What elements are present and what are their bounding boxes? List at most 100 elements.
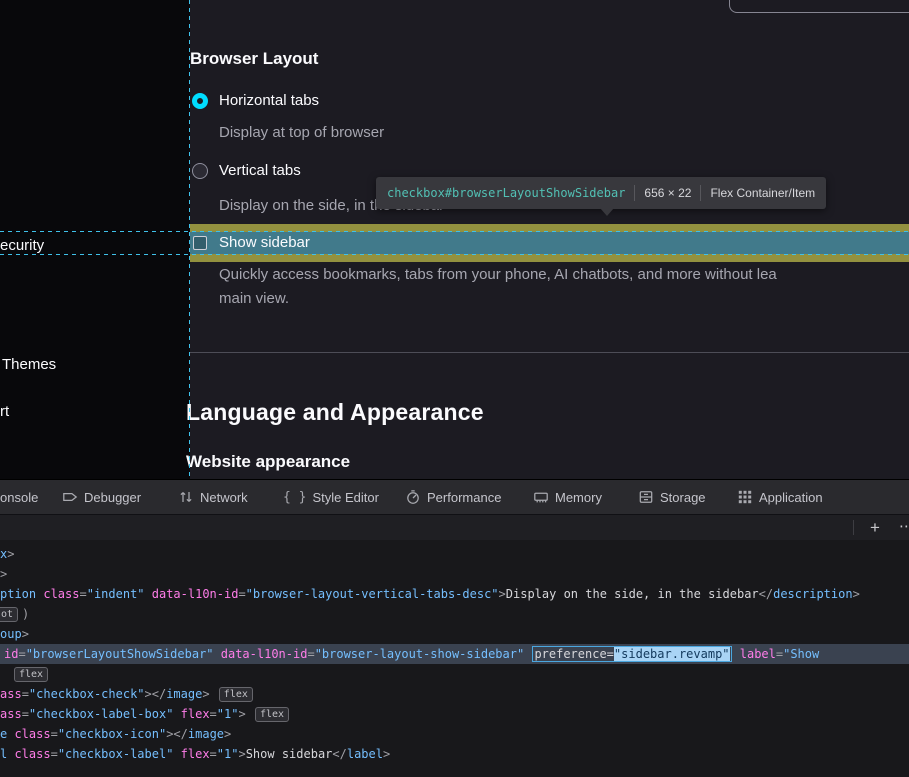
show-sidebar-label[interactable]: Show sidebar — [219, 234, 310, 251]
vertical-tabs-label[interactable]: Vertical tabs — [219, 162, 301, 179]
syntax-punct: > — [383, 747, 390, 761]
syntax-punct: = — [22, 687, 29, 701]
infobar-separator — [634, 185, 635, 201]
syntax-punct: > — [224, 727, 231, 741]
memory-icon — [533, 489, 549, 505]
horizontal-tabs-label[interactable]: Horizontal tabs — [219, 92, 319, 109]
tab-performance-label: Performance — [427, 490, 501, 505]
markup-badge[interactable]: flex — [219, 687, 253, 702]
storage-icon — [638, 489, 654, 505]
markup-badge[interactable]: flex — [14, 667, 48, 682]
tab-performance[interactable]: Performance — [405, 480, 501, 514]
syntax-val: "checkbox-label-box" — [29, 707, 174, 721]
markup-lines-container: x>>ption class="indent" data-l10n-id="br… — [0, 544, 909, 764]
markup-line[interactable]: > — [0, 564, 909, 584]
syntax-tag: label — [347, 747, 383, 761]
tab-style-editor-label: Style Editor — [312, 490, 378, 505]
sidebar-item-security[interactable]: ecurity — [0, 237, 44, 254]
tab-memory-label: Memory — [555, 490, 602, 505]
tab-storage[interactable]: Storage — [638, 480, 706, 514]
overflow-menu-button[interactable]: ⋯ — [899, 515, 909, 540]
website-appearance-title: Website appearance — [186, 452, 350, 472]
markup-line[interactable]: oup> — [0, 624, 909, 644]
syntax-punct: ></ — [145, 687, 167, 701]
syntax-text — [246, 707, 253, 721]
syntax-punct: > — [0, 567, 7, 581]
sidebar-item-support[interactable]: rt — [0, 403, 9, 420]
markup-badge[interactable]: ot — [0, 607, 18, 622]
markup-line[interactable]: ass="checkbox-check"></image> flex — [0, 684, 909, 704]
markup-line[interactable]: ot) — [0, 604, 909, 624]
syntax-punct: > — [499, 587, 506, 601]
tab-application-label: Application — [759, 490, 823, 505]
syntax-attr: flex — [173, 747, 209, 761]
syntax-val: "checkbox-check" — [29, 687, 145, 701]
syntax-attr: ass — [0, 687, 22, 701]
show-sidebar-description-line1: Quickly access bookmarks, tabs from your… — [219, 266, 909, 283]
firefox-settings-with-devtools: { "settings": { "sidebar": { "items": [ … — [0, 0, 909, 777]
devtools-toolbar: onsole Debugger Network { } Style Editor… — [0, 480, 909, 514]
tab-storage-label: Storage — [660, 490, 706, 505]
syntax-attr: class — [36, 587, 79, 601]
syntax-tag: ption — [0, 587, 36, 601]
language-appearance-title: Language and Appearance — [186, 399, 484, 426]
syntax-val: "browser-layout-show-sidebar" — [315, 647, 525, 661]
show-sidebar-description-line2: main view. — [219, 290, 289, 307]
syntax-val: "1" — [217, 707, 239, 721]
settings-sidebar: ecurity Themes rt — [0, 0, 190, 480]
syntax-val: "Show — [783, 647, 819, 661]
infobar-separator — [700, 185, 701, 201]
markup-line[interactable]: e class="checkbox-icon"></image> — [0, 724, 909, 744]
tab-console-label: onsole — [0, 490, 38, 505]
infobar-dimensions: 656 × 22 — [644, 186, 691, 200]
infobar-selector: checkbox#browserLayoutShowSidebar — [387, 186, 625, 200]
syntax-tag: oup — [0, 627, 22, 641]
syntax-attr: data-l10n-id — [145, 587, 239, 601]
syntax-punct: = — [22, 707, 29, 721]
syntax-attr: id — [4, 647, 18, 661]
tab-debugger[interactable]: Debugger — [62, 480, 141, 514]
tab-network[interactable]: Network — [178, 480, 248, 514]
syntax-punct: > — [853, 587, 860, 601]
markup-line[interactable]: x> — [0, 544, 909, 564]
syntax-punct: ></ — [166, 727, 188, 741]
search-settings-input[interactable] — [729, 0, 909, 13]
markup-line[interactable]: flex — [0, 664, 909, 684]
style-editor-icon: { } — [283, 490, 306, 505]
add-node-button[interactable]: + — [860, 515, 890, 540]
debugger-icon — [62, 489, 78, 505]
highlight-margin-overlay-bottom — [190, 254, 909, 262]
horizontal-tabs-radio[interactable] — [192, 93, 208, 109]
guide-horizontal-bottom — [0, 254, 909, 255]
tab-debugger-label: Debugger — [84, 490, 141, 505]
tab-style-editor[interactable]: { } Style Editor — [283, 480, 379, 514]
markup-badge[interactable]: flex — [255, 707, 289, 722]
tab-console[interactable]: onsole — [0, 480, 38, 514]
markup-line[interactable]: ass="checkbox-label-box" flex="1"> flex — [0, 704, 909, 724]
syntax-punct: = — [51, 747, 58, 761]
markup-line[interactable]: ption class="indent" data-l10n-id="brows… — [0, 584, 909, 604]
performance-icon — [405, 489, 421, 505]
syntax-attr: data-l10n-id — [214, 647, 308, 661]
syntax-attr: ass — [0, 707, 22, 721]
tab-memory[interactable]: Memory — [533, 480, 602, 514]
show-sidebar-checkbox[interactable] — [193, 236, 207, 250]
sidebar-item-themes[interactable]: Themes — [2, 356, 56, 373]
syntax-val: "browser-layout-vertical-tabs-desc" — [246, 587, 499, 601]
syntax-val: "browserLayoutShowSidebar" — [26, 647, 214, 661]
syntax-punct: </ — [332, 747, 346, 761]
syntax-punct: = — [18, 647, 25, 661]
syntax-val: "checkbox-label" — [58, 747, 174, 761]
markup-line-selected[interactable]: id="browserLayoutShowSidebar" data-l10n-… — [0, 644, 909, 664]
browser-layout-title: Browser Layout — [190, 49, 318, 69]
syntax-tag: image — [166, 687, 202, 701]
syntax-tag: description — [773, 587, 852, 601]
infobar-arrow — [600, 208, 614, 216]
vertical-tabs-radio[interactable] — [192, 163, 208, 179]
syntax-val: "checkbox-icon" — [58, 727, 166, 741]
syntax-attr: label — [733, 647, 776, 661]
syntax-text — [210, 687, 217, 701]
tab-application[interactable]: Application — [737, 480, 823, 514]
syntax-punct: = — [307, 647, 314, 661]
markup-line[interactable]: l class="checkbox-label" flex="1">Show s… — [0, 744, 909, 764]
